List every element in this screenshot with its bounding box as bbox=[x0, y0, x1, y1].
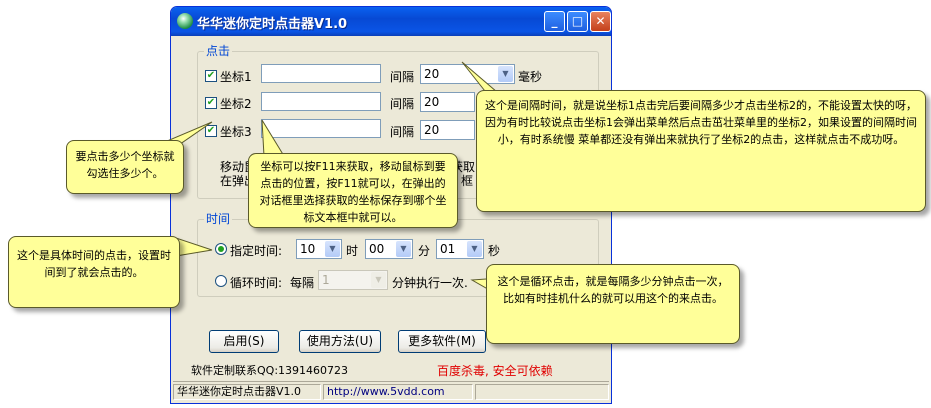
interval1-value: 20 bbox=[424, 67, 440, 81]
loop-minutes-select[interactable]: 1 ▼ bbox=[318, 270, 388, 290]
contact-text: 软件定制联系QQ:1391460723 bbox=[191, 364, 349, 377]
status-panel-empty bbox=[475, 384, 609, 400]
coord1-input[interactable] bbox=[261, 64, 381, 83]
every-label: 每隔 bbox=[290, 276, 315, 290]
hour-unit: 时 bbox=[346, 244, 359, 258]
chevron-down-icon: ▼ bbox=[467, 241, 482, 257]
loop-suffix: 分钟执行一次. bbox=[392, 276, 468, 290]
interval-unit: 毫秒 bbox=[518, 70, 543, 84]
window-title: 华华迷你定时点击器V1.0 bbox=[197, 17, 348, 32]
loop-tooltip: 这个是循环点击，就是每隔多少分钟点击一次，比如有时挂机什么的就可以用这个的来点击… bbox=[486, 264, 740, 344]
fixed-time-tooltip-tail bbox=[176, 237, 213, 257]
interval2-value: 20 bbox=[424, 95, 440, 109]
loop-minutes-value: 1 bbox=[322, 273, 330, 287]
usage-button[interactable]: 使用方法(U) bbox=[299, 330, 381, 353]
interval3-select[interactable]: 20 bbox=[420, 120, 475, 140]
fixed-time-label: 指定时间: bbox=[230, 244, 283, 258]
second-select[interactable]: 01 ▼ bbox=[436, 239, 484, 259]
coord2-checkbox[interactable]: ✔ bbox=[205, 97, 217, 109]
maximize-button[interactable]: □ bbox=[567, 11, 588, 32]
chevron-down-icon: ▼ bbox=[371, 272, 386, 288]
fixed-time-radio[interactable] bbox=[215, 243, 227, 255]
interval3-value: 20 bbox=[424, 123, 440, 137]
more-software-button[interactable]: 更多软件(M) bbox=[398, 330, 486, 353]
app-icon bbox=[177, 13, 193, 29]
fixed-time-tooltip: 这个是具体时间的点击，设置时间到了就会点击的。 bbox=[8, 236, 180, 308]
chevron-down-icon: ▼ bbox=[325, 241, 340, 257]
maximize-icon: □ bbox=[571, 14, 584, 28]
interval2-label: 间隔 bbox=[390, 97, 415, 111]
minimize-icon: _ bbox=[551, 14, 558, 28]
coord-tooltip-tail bbox=[261, 119, 285, 157]
safety-text: 百度杀毒, 安全可依赖 bbox=[437, 364, 553, 378]
coord2-input[interactable] bbox=[261, 92, 381, 111]
status-app-name: 华华迷你定时点击器V1.0 bbox=[173, 384, 321, 400]
title-bar[interactable]: 华华迷你定时点击器V1.0 _ □ ✕ bbox=[171, 7, 611, 36]
coord-tooltip: 坐标可以按F11来获取，移动鼠标到要点击的位置，按F11就可以，在弹出的对话框里… bbox=[248, 153, 458, 228]
click-group-legend: 点击 bbox=[204, 42, 233, 59]
start-button[interactable]: 启用(S) bbox=[209, 330, 279, 353]
coord1-checkbox[interactable]: ✔ bbox=[205, 70, 217, 82]
close-icon: ✕ bbox=[595, 14, 606, 28]
minute-value: 00 bbox=[369, 242, 385, 256]
loop-time-radio[interactable] bbox=[215, 275, 227, 287]
checkbox-tooltip: 要点击多少个坐标就勾选住多少个。 bbox=[66, 140, 184, 194]
interval3-label: 间隔 bbox=[390, 125, 415, 139]
coord3-label: 坐标3 bbox=[220, 125, 252, 139]
coord1-label: 坐标1 bbox=[220, 70, 252, 84]
hint-line2-end: 框 bbox=[461, 174, 474, 188]
hour-select[interactable]: 10 ▼ bbox=[296, 239, 342, 259]
status-bar: 华华迷你定时点击器V1.0 http://www.5vdd.com bbox=[173, 381, 609, 402]
close-button[interactable]: ✕ bbox=[590, 11, 611, 32]
hour-value: 10 bbox=[300, 242, 316, 256]
second-value: 01 bbox=[440, 242, 456, 256]
time-group-legend: 时间 bbox=[204, 210, 233, 227]
second-unit: 秒 bbox=[488, 244, 501, 258]
chevron-down-icon: ▼ bbox=[396, 241, 411, 257]
loop-time-label: 循环时间: bbox=[230, 276, 283, 290]
coord2-label: 坐标2 bbox=[220, 97, 252, 111]
minute-select[interactable]: 00 ▼ bbox=[365, 239, 413, 259]
minimize-button[interactable]: _ bbox=[544, 11, 565, 32]
minute-unit: 分 bbox=[418, 244, 431, 258]
interval-tooltip: 这个是间隔时间，就是说坐标1点击完后要间隔多少才点击坐标2的，不能设置太快的呀，… bbox=[476, 90, 926, 212]
status-url[interactable]: http://www.5vdd.com bbox=[323, 384, 473, 400]
interval1-label: 间隔 bbox=[390, 70, 415, 84]
